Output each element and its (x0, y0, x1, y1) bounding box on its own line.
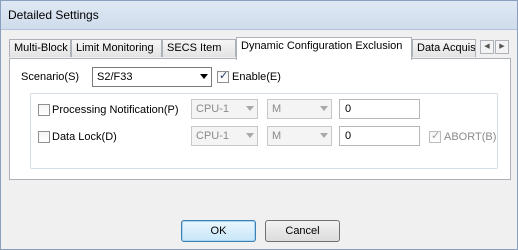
processing-notification-checkbox[interactable] (38, 104, 50, 116)
tab-multi-block[interactable]: Multi-Block (9, 39, 71, 57)
tab-strip: Multi-Block Limit Monitoring SECS Item D… (9, 37, 511, 60)
data-lock-device-select[interactable]: M (267, 126, 332, 146)
settings-group: Processing Notification(P) CPU-1 M 0 Dat… (30, 93, 498, 169)
scroll-right-icon[interactable]: ▶ (495, 40, 509, 54)
scenario-label: Scenario(S) (21, 71, 80, 83)
processing-notification-label: Processing Notification(P) (52, 104, 179, 116)
tab-panel: Scenario(S) S2/F33 Enable(E) Processing … (9, 58, 511, 180)
data-lock-cpu-value: CPU-1 (196, 130, 230, 142)
processing-notification-cpu-select[interactable]: CPU-1 (191, 99, 258, 119)
tab-limit-monitoring[interactable]: Limit Monitoring (71, 39, 162, 57)
scroll-left-icon[interactable]: ◀ (480, 40, 494, 54)
chevron-down-icon (320, 133, 328, 138)
data-lock-address-value: 0 (345, 130, 352, 142)
data-lock-address-input[interactable]: 0 (339, 126, 420, 146)
chevron-down-icon (246, 133, 254, 138)
processing-notification-address-input[interactable]: 0 (339, 99, 420, 119)
detailed-settings-dialog: Detailed Settings Multi-Block Limit Moni… (0, 0, 518, 250)
dialog-title: Detailed Settings (8, 8, 99, 22)
enable-checkbox[interactable] (217, 69, 229, 83)
data-lock-device-value: M (272, 130, 282, 142)
title-bar: Detailed Settings (1, 1, 517, 30)
processing-notification-device-select[interactable]: M (267, 99, 332, 119)
chevron-down-icon (246, 106, 254, 111)
processing-notification-cpu-value: CPU-1 (196, 103, 230, 115)
processing-notification-device-value: M (272, 103, 282, 115)
chevron-down-icon (320, 106, 328, 111)
abort-label: ABORT(B) (444, 131, 497, 143)
cancel-button[interactable]: Cancel (265, 220, 340, 242)
scenario-select[interactable]: S2/F33 (92, 67, 212, 87)
scenario-value: S2/F33 (97, 71, 133, 83)
abort-checkbox[interactable] (429, 129, 441, 143)
chevron-down-icon (200, 74, 208, 79)
data-lock-checkbox[interactable] (38, 131, 50, 143)
tab-secs-item[interactable]: SECS Item (162, 39, 236, 57)
processing-notification-address-value: 0 (345, 103, 352, 115)
data-lock-label: Data Lock(D) (52, 131, 117, 143)
data-lock-cpu-select[interactable]: CPU-1 (191, 126, 258, 146)
enable-label: Enable(E) (232, 71, 281, 83)
ok-button[interactable]: OK (181, 220, 256, 242)
tab-dynamic-configuration-exclusion[interactable]: Dynamic Configuration Exclusion (236, 37, 412, 60)
tab-data-acquisition[interactable]: Data Acquisi (412, 39, 476, 57)
